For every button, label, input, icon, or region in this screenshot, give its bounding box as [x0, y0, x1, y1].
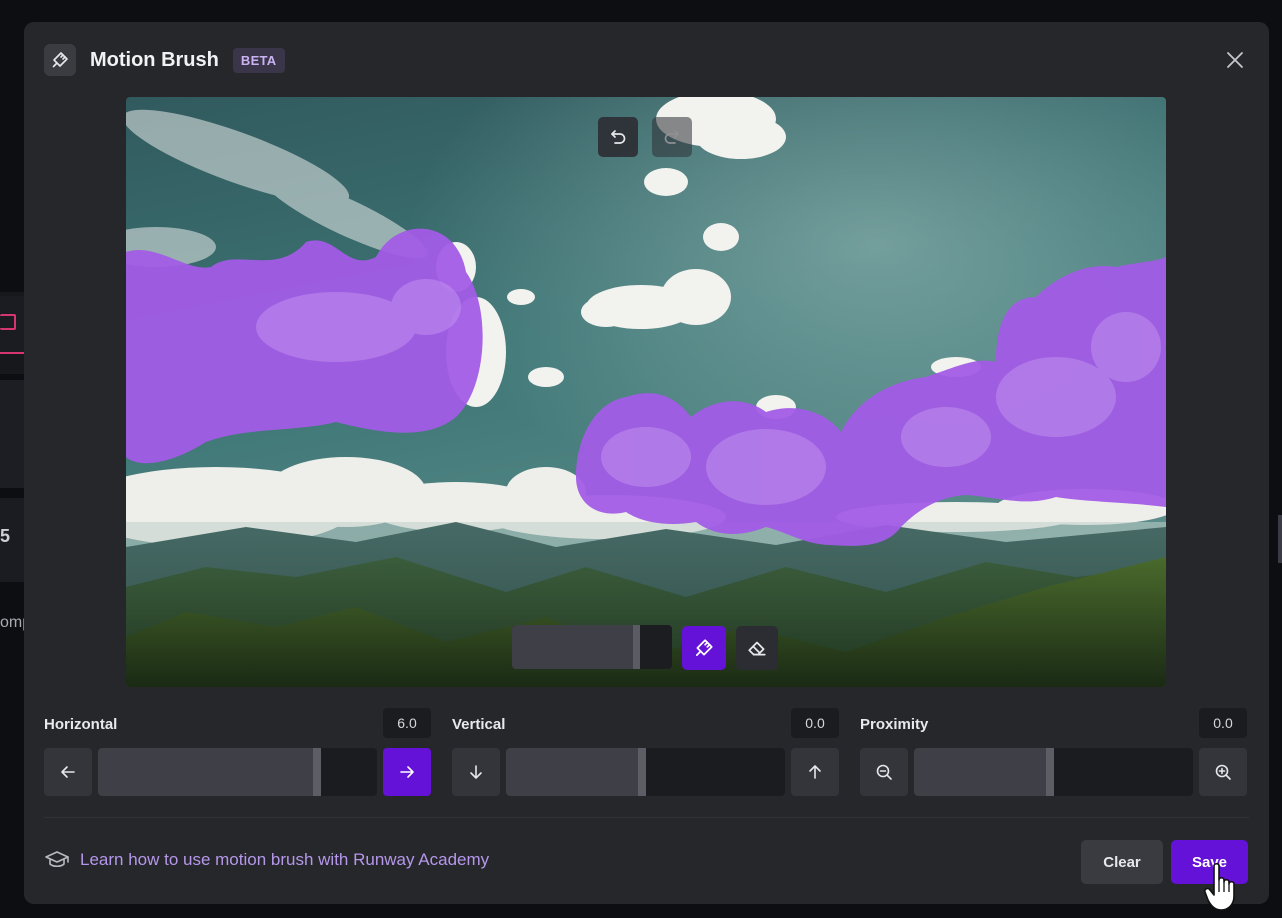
brush-tool-button[interactable]: [682, 626, 726, 670]
brush-size-fill: [512, 625, 640, 669]
proximity-value[interactable]: 0.0: [1199, 708, 1247, 738]
vertical-slider-handle[interactable]: [637, 748, 646, 796]
close-button[interactable]: [1223, 48, 1247, 72]
graduation-cap-icon: [45, 851, 69, 868]
move-up-button[interactable]: [791, 748, 839, 796]
hand-pointer-cursor-icon: [1204, 862, 1235, 911]
move-down-button[interactable]: [452, 748, 500, 796]
landscape-image: [126, 97, 1166, 687]
clear-button[interactable]: Clear: [1081, 840, 1163, 884]
brush-icon: [695, 639, 713, 657]
horizontal-label: Horizontal: [44, 716, 118, 733]
arrow-left-icon: [61, 766, 75, 778]
arrow-down-icon: [470, 765, 482, 779]
move-left-button[interactable]: [44, 748, 92, 796]
close-icon: [1227, 52, 1243, 68]
brush-size-slider[interactable]: [512, 625, 672, 669]
eraser-tool-button[interactable]: [736, 626, 778, 670]
move-right-button[interactable]: [383, 748, 431, 796]
modal-title: Motion Brush: [90, 48, 219, 71]
proximity-control: Proximity 0.0: [860, 708, 1247, 798]
vertical-control: Vertical 0.0: [452, 708, 839, 798]
redo-button[interactable]: [652, 117, 692, 157]
background-number: 5: [0, 526, 11, 546]
proximity-slider-handle[interactable]: [1045, 748, 1054, 796]
undo-button[interactable]: [598, 117, 638, 157]
proximity-label: Proximity: [860, 716, 929, 733]
vertical-slider-fill: [506, 748, 646, 796]
zoom-out-icon: [876, 764, 892, 780]
background-panel: [0, 380, 24, 488]
zoom-in-icon: [1215, 764, 1231, 780]
background-edge: [1278, 515, 1282, 563]
zoom-out-button[interactable]: [860, 748, 908, 796]
horizontal-value[interactable]: 6.0: [383, 708, 431, 738]
redo-icon: [664, 130, 679, 144]
beta-badge: BETA: [232, 47, 285, 73]
motion-brush-modal: Motion Brush BETA Horizontal 6.0 Vertica…: [24, 22, 1269, 904]
proximity-slider[interactable]: [914, 748, 1193, 796]
vertical-slider[interactable]: [506, 748, 785, 796]
image-canvas[interactable]: [126, 97, 1166, 687]
horizontal-slider-handle[interactable]: [313, 748, 322, 796]
background-image-tab[interactable]: [0, 296, 24, 354]
runway-academy-link[interactable]: Learn how to use motion brush with Runwa…: [44, 850, 489, 870]
footer-divider: [44, 817, 1249, 818]
proximity-slider-fill: [914, 748, 1054, 796]
zoom-in-button[interactable]: [1199, 748, 1247, 796]
arrow-right-icon: [400, 766, 414, 778]
runway-academy-link-text[interactable]: Learn how to use motion brush with Runwa…: [80, 850, 489, 870]
eraser-icon: [748, 641, 766, 656]
modal-header: Motion Brush BETA: [44, 44, 285, 76]
arrow-up-icon: [809, 765, 821, 779]
horizontal-control: Horizontal 6.0: [44, 708, 431, 798]
vertical-value[interactable]: 0.0: [791, 708, 839, 738]
brush-icon: [44, 44, 76, 76]
brush-size-handle[interactable]: [633, 625, 640, 669]
horizontal-slider[interactable]: [98, 748, 377, 796]
undo-icon: [611, 130, 626, 144]
image-icon: [0, 314, 16, 330]
vertical-label: Vertical: [452, 716, 506, 733]
horizontal-slider-fill: [98, 748, 322, 796]
